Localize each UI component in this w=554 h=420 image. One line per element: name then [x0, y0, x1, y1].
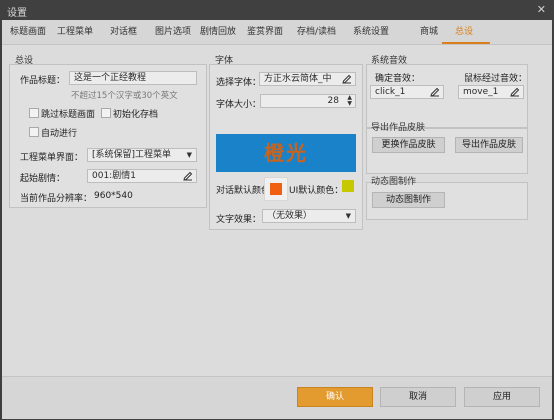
- text-effect-dropdown[interactable]: （无效果） ▼: [262, 209, 356, 223]
- resolution-value: 960*540: [94, 191, 133, 201]
- spin-arrows-icon[interactable]: ▲ ▼: [347, 95, 352, 107]
- tab-image-options[interactable]: 图片选项: [155, 20, 191, 44]
- text-effect-value: （无效果）: [267, 211, 313, 221]
- tab-title-screen[interactable]: 标题画面: [10, 20, 46, 44]
- font-preview-text: 橙光: [264, 141, 308, 165]
- change-skin-button[interactable]: 更换作品皮肤: [372, 137, 445, 153]
- start-story-value: 001:剧情1: [92, 171, 136, 181]
- confirm-sound-input[interactable]: click_1: [370, 85, 444, 99]
- confirm-sound-label: 确定音效：: [375, 74, 421, 84]
- export-skin-button[interactable]: 导出作品皮肤: [455, 137, 523, 153]
- tab-save-load[interactable]: 存档/读档: [297, 20, 336, 44]
- dialog-color-picker[interactable]: [264, 177, 288, 201]
- hover-sound-input[interactable]: move_1: [458, 85, 524, 99]
- tab-gallery[interactable]: 鉴赏界面: [247, 20, 283, 44]
- auto-run-checkbox[interactable]: [29, 127, 39, 137]
- tab-project-menu[interactable]: 工程菜单: [57, 20, 93, 44]
- export-skin-title: 导出作品皮肤: [371, 123, 426, 133]
- font-preview: 橙光: [216, 134, 356, 172]
- font-select-value: 方正水云简体_中: [264, 74, 332, 84]
- pencil-icon[interactable]: [342, 74, 352, 84]
- project-menu-dropdown[interactable]: [系统保留]工程菜单 ▼: [87, 148, 197, 162]
- tab-store[interactable]: 商城: [420, 20, 438, 44]
- apply-button[interactable]: 应用: [464, 387, 540, 407]
- font-size-label: 字体大小：: [216, 100, 262, 110]
- font-group-title: 字体: [215, 56, 234, 66]
- confirm-button[interactable]: 确认: [297, 387, 373, 407]
- tab-bar: 标题画面 工程菜单 对话框 图片选项 剧情回放 鉴赏界面 存档/读档 系统设置 …: [2, 20, 552, 45]
- work-title-label: 作品标题：: [20, 76, 66, 86]
- init-save-checkbox[interactable]: [101, 108, 111, 118]
- skip-title-label: 跳过标题画面: [41, 110, 96, 120]
- start-story-input[interactable]: 001:剧情1: [87, 169, 197, 183]
- chevron-down-icon: ▼: [186, 151, 192, 159]
- ui-color-swatch[interactable]: [342, 180, 354, 192]
- hover-sound-value: move_1: [463, 87, 499, 97]
- cancel-button[interactable]: 取消: [380, 387, 456, 407]
- ui-color-label: UI默认颜色：: [289, 186, 344, 196]
- chevron-down-icon: ▼: [345, 212, 351, 220]
- text-effect-label: 文字效果：: [216, 215, 262, 225]
- auto-run-label: 自动进行: [41, 129, 78, 139]
- font-size-spinbox[interactable]: 28 ▲ ▼: [260, 94, 356, 108]
- window-title: 设置: [7, 8, 27, 19]
- pencil-icon[interactable]: [430, 87, 440, 97]
- confirm-sound-value: click_1: [375, 87, 406, 97]
- active-tab-indicator: [442, 42, 490, 44]
- system-sound-title: 系统音效: [371, 56, 408, 66]
- window-titlebar: 设置 ✕: [0, 0, 554, 20]
- dialog-footer: 确认 取消 应用: [2, 376, 552, 419]
- project-menu-label: 工程菜单界面：: [20, 153, 84, 163]
- hover-sound-label: 鼠标经过音效：: [464, 74, 528, 84]
- dialog-color-swatch: [270, 183, 282, 195]
- settings-dialog: 标题画面 工程菜单 对话框 图片选项 剧情回放 鉴赏界面 存档/读档 系统设置 …: [2, 20, 552, 419]
- tab-system-settings[interactable]: 系统设置: [353, 20, 389, 44]
- work-title-hint: 不超过15个汉字或30个英文: [71, 91, 178, 101]
- pencil-icon[interactable]: [510, 87, 520, 97]
- general-group-title: 总设: [15, 56, 34, 66]
- work-title-input[interactable]: 这是一个正经教程: [69, 71, 197, 85]
- close-icon[interactable]: ✕: [537, 3, 546, 16]
- skip-title-checkbox[interactable]: [29, 108, 39, 118]
- tab-general[interactable]: 总设: [455, 20, 473, 44]
- start-story-label: 起始剧情：: [20, 174, 66, 184]
- font-size-value: 28: [327, 96, 339, 106]
- font-select-input[interactable]: 方正水云简体_中: [259, 72, 356, 86]
- resolution-label: 当前作品分辨率：: [20, 194, 93, 204]
- init-save-label: 初始化存档: [113, 110, 159, 120]
- project-menu-value: [系统保留]工程菜单: [92, 150, 172, 160]
- tab-story-replay[interactable]: 剧情回放: [200, 20, 236, 44]
- tab-dialog-box[interactable]: 对话框: [110, 20, 137, 44]
- pencil-icon[interactable]: [183, 171, 193, 181]
- font-select-label: 选择字体：: [216, 78, 262, 88]
- anim-group-title: 动态图制作: [371, 177, 417, 187]
- anim-make-button[interactable]: 动态图制作: [372, 192, 445, 208]
